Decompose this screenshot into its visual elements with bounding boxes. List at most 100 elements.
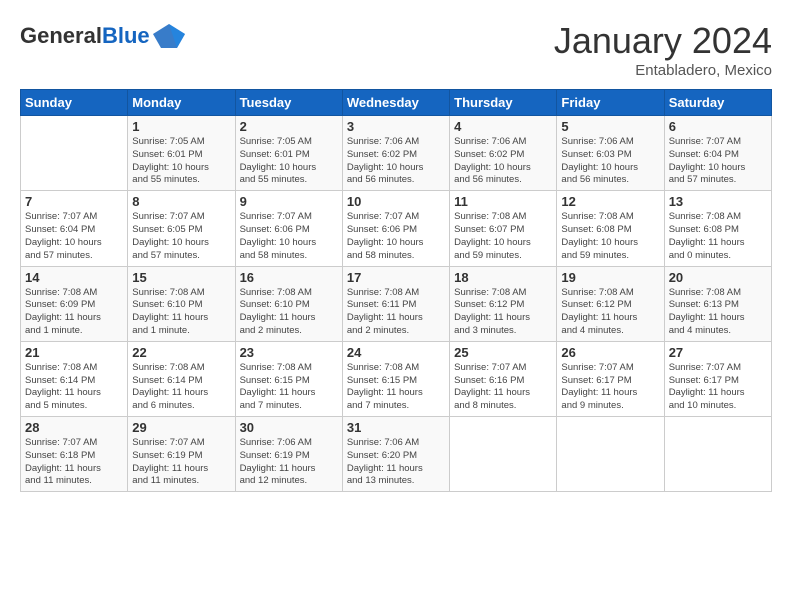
calendar-day-cell: 2 Sunrise: 7:05 AM Sunset: 6:01 PM Daylig… bbox=[235, 116, 342, 191]
calendar-body: 1Sunrise: 7:05 AM Sunset: 6:01 PM Daylig… bbox=[21, 116, 772, 492]
day-info: Sunrise: 7:08 AM Sunset: 6:12 PM Dayligh… bbox=[561, 287, 659, 338]
calendar-day-cell: 5 Sunrise: 7:06 AM Sunset: 6:03 PM Daylig… bbox=[557, 116, 664, 191]
day-number: 29 bbox=[132, 420, 230, 435]
day-number: 27 bbox=[669, 345, 767, 360]
calendar-day-cell: 28 Sunrise: 7:07 AM Sunset: 6:18 PM Dayli… bbox=[21, 417, 128, 492]
calendar-day-cell: 6Sunrise: 7:07 AM Sunset: 6:04 PM Daylig… bbox=[664, 116, 771, 191]
day-info: Sunrise: 7:07 AM Sunset: 6:06 PM Dayligh… bbox=[240, 211, 338, 262]
day-number: 25 bbox=[454, 345, 552, 360]
calendar-day-cell: 3 Sunrise: 7:06 AM Sunset: 6:02 PM Daylig… bbox=[342, 116, 449, 191]
day-number: 11 bbox=[454, 194, 552, 209]
day-number: 31 bbox=[347, 420, 445, 435]
calendar-day-cell: 26Sunrise: 7:07 AM Sunset: 6:17 PM Dayli… bbox=[557, 341, 664, 416]
day-number: 18 bbox=[454, 270, 552, 285]
day-info: Sunrise: 7:07 AM Sunset: 6:05 PM Dayligh… bbox=[132, 211, 230, 262]
weekday-header-monday: Monday bbox=[128, 90, 235, 116]
calendar-day-cell: 20 Sunrise: 7:08 AM Sunset: 6:13 PM Dayli… bbox=[664, 266, 771, 341]
day-info: Sunrise: 7:06 AM Sunset: 6:02 PM Dayligh… bbox=[347, 136, 445, 187]
calendar-day-cell: 7 Sunrise: 7:07 AM Sunset: 6:04 PM Daylig… bbox=[21, 191, 128, 266]
calendar-day-cell: 4 Sunrise: 7:06 AM Sunset: 6:02 PM Daylig… bbox=[450, 116, 557, 191]
calendar-day-cell: 24 Sunrise: 7:08 AM Sunset: 6:15 PM Dayli… bbox=[342, 341, 449, 416]
calendar-day-cell: 23 Sunrise: 7:08 AM Sunset: 6:15 PM Dayli… bbox=[235, 341, 342, 416]
month-title: January 2024 bbox=[554, 20, 772, 62]
day-number: 24 bbox=[347, 345, 445, 360]
calendar-day-cell: 17 Sunrise: 7:08 AM Sunset: 6:11 PM Dayli… bbox=[342, 266, 449, 341]
day-info: Sunrise: 7:06 AM Sunset: 6:02 PM Dayligh… bbox=[454, 136, 552, 187]
day-info: Sunrise: 7:08 AM Sunset: 6:08 PM Dayligh… bbox=[669, 211, 767, 262]
day-info: Sunrise: 7:08 AM Sunset: 6:15 PM Dayligh… bbox=[347, 362, 445, 413]
day-number: 17 bbox=[347, 270, 445, 285]
calendar-day-cell: 31 Sunrise: 7:06 AM Sunset: 6:20 PM Dayli… bbox=[342, 417, 449, 492]
calendar-day-cell: 12Sunrise: 7:08 AM Sunset: 6:08 PM Dayli… bbox=[557, 191, 664, 266]
day-number: 5 bbox=[561, 119, 659, 134]
weekday-header-wednesday: Wednesday bbox=[342, 90, 449, 116]
day-info: Sunrise: 7:07 AM Sunset: 6:06 PM Dayligh… bbox=[347, 211, 445, 262]
calendar-day-cell: 15Sunrise: 7:08 AM Sunset: 6:10 PM Dayli… bbox=[128, 266, 235, 341]
day-number: 6 bbox=[669, 119, 767, 134]
day-number: 26 bbox=[561, 345, 659, 360]
day-info: Sunrise: 7:05 AM Sunset: 6:01 PM Dayligh… bbox=[240, 136, 338, 187]
day-info: Sunrise: 7:08 AM Sunset: 6:14 PM Dayligh… bbox=[132, 362, 230, 413]
calendar-day-cell: 25Sunrise: 7:07 AM Sunset: 6:16 PM Dayli… bbox=[450, 341, 557, 416]
day-number: 21 bbox=[25, 345, 123, 360]
day-info: Sunrise: 7:08 AM Sunset: 6:10 PM Dayligh… bbox=[240, 287, 338, 338]
day-info: Sunrise: 7:08 AM Sunset: 6:12 PM Dayligh… bbox=[454, 287, 552, 338]
day-number: 4 bbox=[454, 119, 552, 134]
calendar-day-cell: 1Sunrise: 7:05 AM Sunset: 6:01 PM Daylig… bbox=[128, 116, 235, 191]
location-subtitle: Entabladero, Mexico bbox=[554, 62, 772, 79]
calendar-day-cell: 13 Sunrise: 7:08 AM Sunset: 6:08 PM Dayli… bbox=[664, 191, 771, 266]
weekday-header-thursday: Thursday bbox=[450, 90, 557, 116]
day-info: Sunrise: 7:06 AM Sunset: 6:20 PM Dayligh… bbox=[347, 437, 445, 488]
day-info: Sunrise: 7:07 AM Sunset: 6:19 PM Dayligh… bbox=[132, 437, 230, 488]
calendar-week-row: 14 Sunrise: 7:08 AM Sunset: 6:09 PM Dayli… bbox=[21, 266, 772, 341]
day-number: 15 bbox=[132, 270, 230, 285]
calendar-day-cell: 29 Sunrise: 7:07 AM Sunset: 6:19 PM Dayli… bbox=[128, 417, 235, 492]
day-info: Sunrise: 7:06 AM Sunset: 6:19 PM Dayligh… bbox=[240, 437, 338, 488]
calendar-day-cell: 18 Sunrise: 7:08 AM Sunset: 6:12 PM Dayli… bbox=[450, 266, 557, 341]
day-info: Sunrise: 7:07 AM Sunset: 6:18 PM Dayligh… bbox=[25, 437, 123, 488]
day-info: Sunrise: 7:05 AM Sunset: 6:01 PM Dayligh… bbox=[132, 136, 230, 187]
weekday-header-sunday: Sunday bbox=[21, 90, 128, 116]
day-info: Sunrise: 7:06 AM Sunset: 6:03 PM Dayligh… bbox=[561, 136, 659, 187]
day-info: Sunrise: 7:08 AM Sunset: 6:09 PM Dayligh… bbox=[25, 287, 123, 338]
calendar-day-cell: 22Sunrise: 7:08 AM Sunset: 6:14 PM Dayli… bbox=[128, 341, 235, 416]
title-block: January 2024 Entabladero, Mexico bbox=[554, 20, 772, 79]
calendar-day-cell: 9 Sunrise: 7:07 AM Sunset: 6:06 PM Daylig… bbox=[235, 191, 342, 266]
calendar-day-cell: 11 Sunrise: 7:08 AM Sunset: 6:07 PM Dayli… bbox=[450, 191, 557, 266]
day-info: Sunrise: 7:08 AM Sunset: 6:13 PM Dayligh… bbox=[669, 287, 767, 338]
day-number: 7 bbox=[25, 194, 123, 209]
day-number: 12 bbox=[561, 194, 659, 209]
weekday-header-saturday: Saturday bbox=[664, 90, 771, 116]
day-info: Sunrise: 7:08 AM Sunset: 6:07 PM Dayligh… bbox=[454, 211, 552, 262]
calendar-week-row: 1Sunrise: 7:05 AM Sunset: 6:01 PM Daylig… bbox=[21, 116, 772, 191]
empty-cell bbox=[450, 417, 557, 492]
weekday-header-friday: Friday bbox=[557, 90, 664, 116]
day-number: 23 bbox=[240, 345, 338, 360]
day-number: 14 bbox=[25, 270, 123, 285]
empty-cell bbox=[664, 417, 771, 492]
calendar-day-cell: 8 Sunrise: 7:07 AM Sunset: 6:05 PM Daylig… bbox=[128, 191, 235, 266]
day-info: Sunrise: 7:07 AM Sunset: 6:04 PM Dayligh… bbox=[25, 211, 123, 262]
day-number: 16 bbox=[240, 270, 338, 285]
empty-cell bbox=[557, 417, 664, 492]
day-number: 2 bbox=[240, 119, 338, 134]
logo-general-text: General bbox=[20, 23, 102, 48]
logo-icon bbox=[153, 20, 185, 52]
day-number: 9 bbox=[240, 194, 338, 209]
calendar-day-cell: 19 Sunrise: 7:08 AM Sunset: 6:12 PM Dayli… bbox=[557, 266, 664, 341]
calendar-day-cell: 10 Sunrise: 7:07 AM Sunset: 6:06 PM Dayli… bbox=[342, 191, 449, 266]
day-number: 13 bbox=[669, 194, 767, 209]
day-number: 28 bbox=[25, 420, 123, 435]
calendar-header: SundayMondayTuesdayWednesdayThursdayFrid… bbox=[21, 90, 772, 116]
day-number: 3 bbox=[347, 119, 445, 134]
day-number: 8 bbox=[132, 194, 230, 209]
day-info: Sunrise: 7:07 AM Sunset: 6:17 PM Dayligh… bbox=[669, 362, 767, 413]
calendar-week-row: 28 Sunrise: 7:07 AM Sunset: 6:18 PM Dayli… bbox=[21, 417, 772, 492]
day-number: 10 bbox=[347, 194, 445, 209]
day-number: 20 bbox=[669, 270, 767, 285]
day-info: Sunrise: 7:08 AM Sunset: 6:15 PM Dayligh… bbox=[240, 362, 338, 413]
weekday-header-tuesday: Tuesday bbox=[235, 90, 342, 116]
day-info: Sunrise: 7:08 AM Sunset: 6:11 PM Dayligh… bbox=[347, 287, 445, 338]
logo: GeneralBlue bbox=[20, 20, 185, 52]
day-number: 19 bbox=[561, 270, 659, 285]
